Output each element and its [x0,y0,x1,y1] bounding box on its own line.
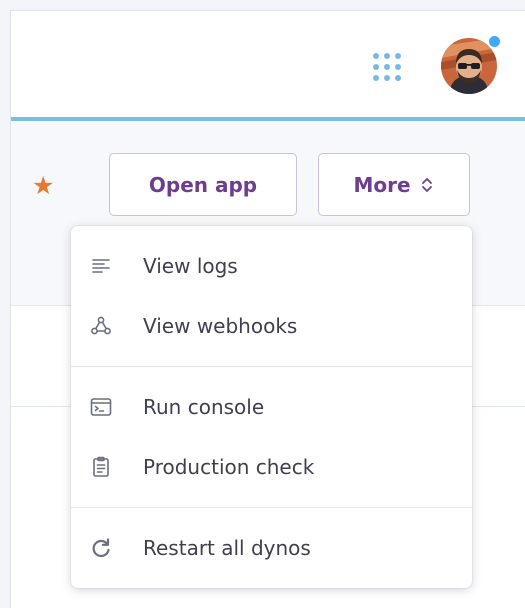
menu-item-view-webhooks[interactable]: View webhooks [71,296,472,356]
clipboard-icon [93,456,109,477]
grid-dots-icon[interactable] [369,49,405,85]
chevron-up-down-icon [421,177,432,192]
menu-item-production-check[interactable]: Production check [71,437,472,497]
menu-item-restart-all-dynos[interactable]: Restart all dynos [71,518,472,578]
console-icon [90,398,112,416]
menu-group-logs: View logs View webhooks [71,236,472,367]
menu-item-label: View logs [143,254,238,278]
logs-icon [92,259,110,273]
more-button[interactable]: More [318,153,470,216]
app-window: ★ Open app More View logs View webhooks … [10,10,525,608]
menu-item-label: Restart all dynos [143,536,311,560]
more-dropdown-menu: View logs View webhooks Run console Prod… [71,226,472,588]
webhooks-icon [91,316,111,335]
menu-item-label: Production check [143,455,315,479]
menu-group-tools: Run console Production check [71,377,472,508]
star-icon[interactable]: ★ [32,173,54,198]
menu-item-run-console[interactable]: Run console [71,377,472,437]
top-navigation-bar [11,11,525,117]
menu-item-label: Run console [143,395,265,419]
menu-item-view-logs[interactable]: View logs [71,236,472,296]
notification-dot [487,34,502,49]
menu-item-label: View webhooks [143,314,298,338]
more-label: More [353,172,411,197]
open-app-button[interactable]: Open app [109,153,297,216]
restart-icon [92,538,110,558]
open-app-label: Open app [148,172,258,197]
menu-group-dynos: Restart all dynos [71,518,472,588]
